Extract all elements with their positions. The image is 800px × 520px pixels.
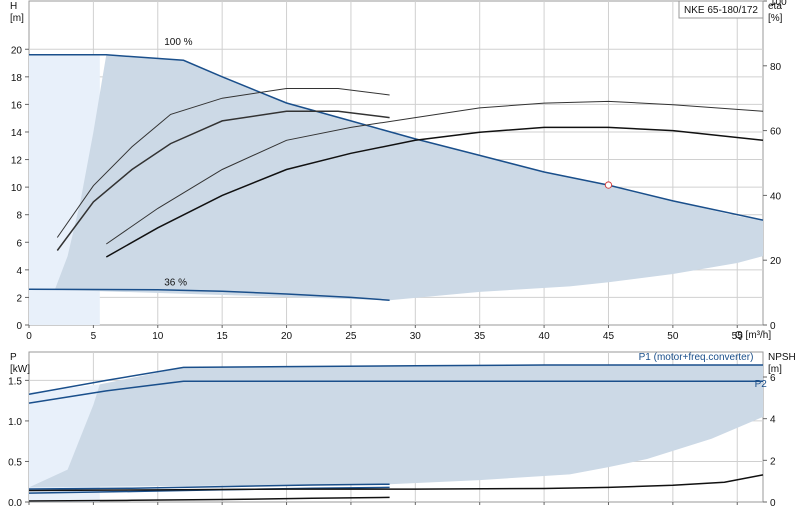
head-y-left-tick-label: 4 <box>16 266 22 277</box>
pump-curve-chart: 0 2 4 6 8 10 12 14 16 18 20 0 20 40 60 80 100 0 5 10 15 20 25 3… <box>0 0 800 520</box>
head-y-right-tick-label: 20 <box>770 256 782 267</box>
label-36-percent: 36 % <box>164 278 187 289</box>
head-y-left-tick-label: 0 <box>16 321 22 332</box>
head-y-left-tick-label: 16 <box>11 100 23 111</box>
power-y-left-tick-label: 0.5 <box>8 457 22 468</box>
head-x-tick-label: 10 <box>152 331 164 342</box>
power-y-right-tick-label: 4 <box>770 415 776 426</box>
head-y-right-unit: [%] <box>768 13 783 24</box>
head-x-tick-label: 45 <box>603 331 615 342</box>
power-y-right-title: NPSH <box>768 352 796 363</box>
head-y-left-tick-label: 8 <box>16 211 22 222</box>
head-y-left-tick-label: 2 <box>16 293 22 304</box>
power-y-left-title: P <box>10 352 17 363</box>
head-y-left-tick-label: 6 <box>16 238 22 249</box>
head-x-tick-label: 50 <box>667 331 679 342</box>
power-y-left-unit: [kW] <box>10 364 30 375</box>
head-x-tick-label: 0 <box>26 331 32 342</box>
head-y-left-unit: [m] <box>10 13 24 24</box>
head-x-tick-label: 15 <box>217 331 229 342</box>
label-100-percent: 100 % <box>164 37 192 48</box>
label-p1: P1 (motor+freq.converter) <box>639 352 754 363</box>
power-y-left-tick-label: 1.0 <box>8 417 22 428</box>
power-y-right-tick-label: 2 <box>770 456 776 467</box>
head-y-right-title: eta <box>768 1 782 12</box>
head-y-left-tick-label: 10 <box>11 183 23 194</box>
head-x-tick-label: 35 <box>474 331 486 342</box>
power-y-right-tick-label: 0 <box>770 498 776 509</box>
head-x-tick-label: 20 <box>281 331 293 342</box>
head-y-right-tick-label: 60 <box>770 127 782 138</box>
power-y-right-unit: [m] <box>768 364 782 375</box>
head-y-left-tick-label: 20 <box>11 45 23 56</box>
head-y-left-title: H <box>10 1 17 12</box>
power-y-left-tick-label: 0.0 <box>8 498 22 509</box>
x-axis-label: Q [m³/h] <box>735 330 771 341</box>
head-x-tick-label: 25 <box>345 331 357 342</box>
head-x-tick-label: 30 <box>410 331 422 342</box>
head-y-right-tick-label: 40 <box>770 191 782 202</box>
head-x-tick-label: 40 <box>539 331 551 342</box>
head-y-left-tick-label: 12 <box>11 156 23 167</box>
head-y-right-tick-label: 80 <box>770 62 782 73</box>
model-label: NKE 65-180/172 <box>684 5 758 16</box>
power-y-left-tick-label: 1.5 <box>8 376 22 387</box>
head-x-tick-label: 5 <box>91 331 97 342</box>
chart-svg: 024681012141618200204060801000 5 10 15 20 25 3… <box>8 0 796 509</box>
head-y-left-tick-label: 14 <box>11 128 23 139</box>
duty-point-marker <box>604 181 613 189</box>
head-y-left-tick-label: 18 <box>11 73 23 84</box>
label-p2: P2 <box>755 379 768 390</box>
